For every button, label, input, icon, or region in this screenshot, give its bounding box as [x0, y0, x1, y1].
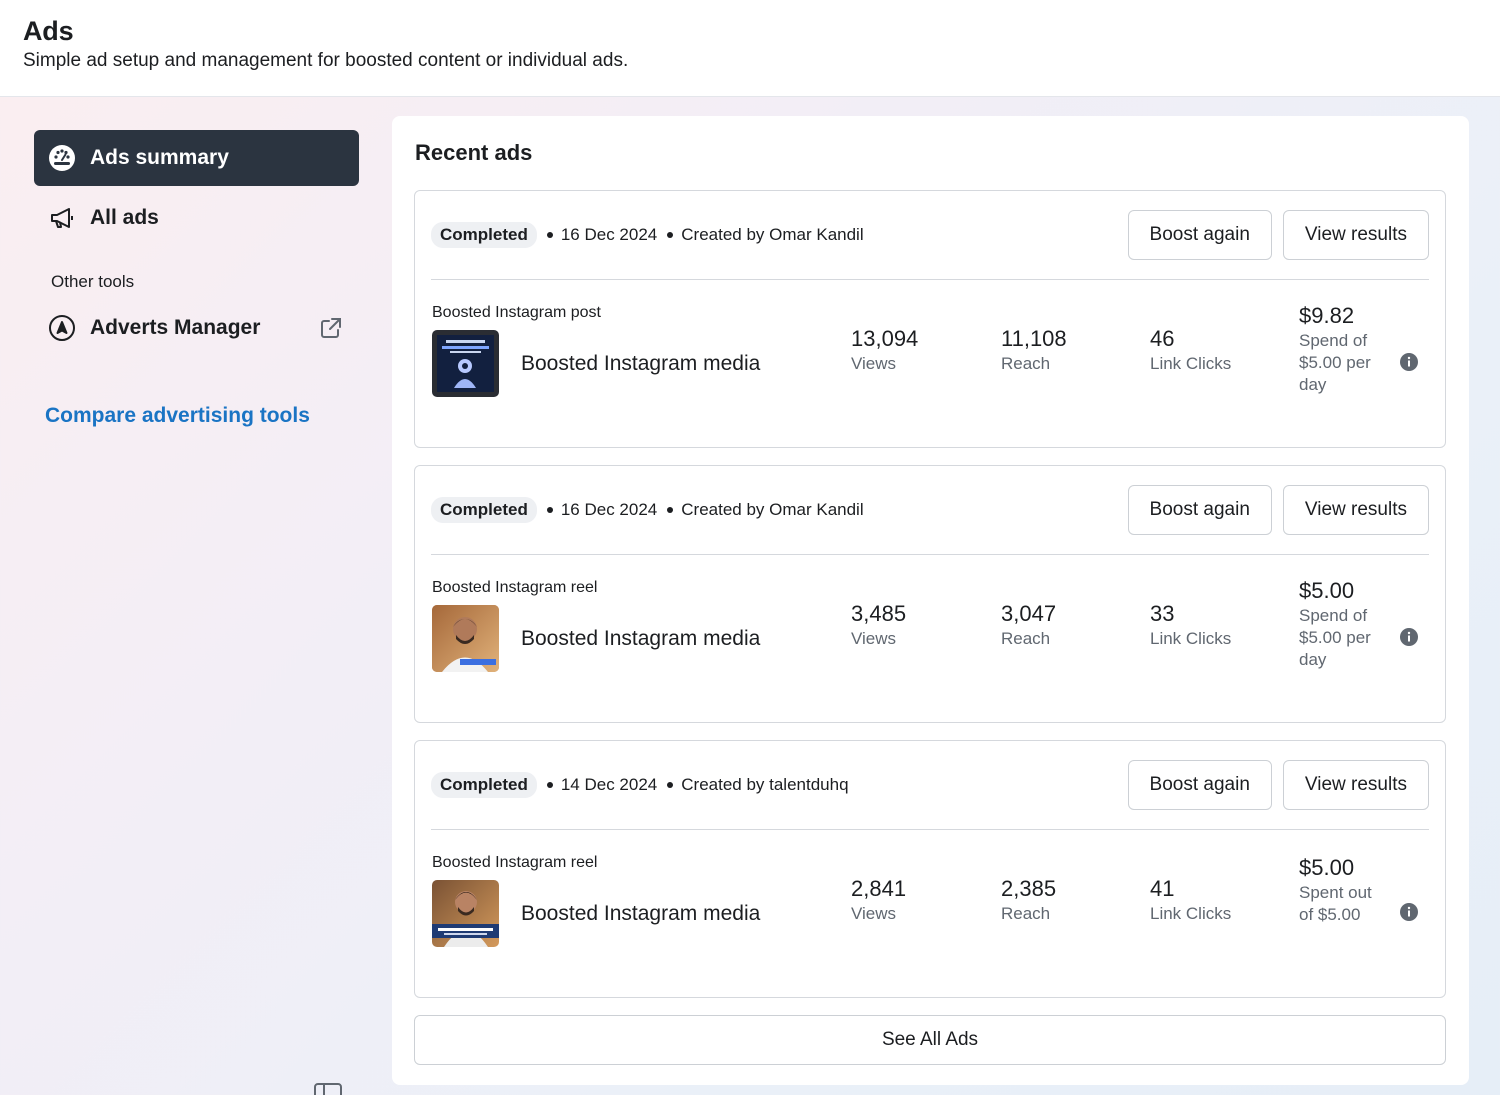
sidebar-toggle-icon[interactable] — [314, 1083, 342, 1095]
stat-reach: 3,047 Reach — [1001, 601, 1056, 650]
page-title: Ads — [23, 16, 74, 46]
stat-value: 46 — [1150, 326, 1175, 351]
stat-views: 13,094 Views — [851, 326, 918, 375]
ad-card: Completed 16 Dec 2024 Created by Omar Ka… — [414, 465, 1446, 723]
stat-views: 3,485 Views — [851, 601, 906, 650]
external-link-icon[interactable] — [317, 314, 345, 342]
stat-value: 2,385 — [1001, 876, 1057, 901]
stat-link-clicks: 33 Link Clicks — [1150, 601, 1231, 650]
dashboard-gauge-icon — [48, 144, 76, 172]
ad-card: Completed 14 Dec 2024 Created by talentd… — [414, 740, 1446, 998]
recent-ads-panel: Recent ads Completed 16 Dec 2024 Created… — [392, 116, 1469, 1085]
spend-label: Spend of $5.00 per day — [1299, 606, 1371, 669]
stat-value: 33 — [1150, 601, 1175, 626]
stat-label: Reach — [1001, 904, 1051, 923]
ad-date: 16 Dec 2024 — [560, 500, 658, 519]
other-tools-heading: Other tools — [51, 272, 135, 291]
stat-label: Link Clicks — [1150, 629, 1232, 648]
ad-date: 14 Dec 2024 — [560, 775, 658, 794]
ad-name[interactable]: Boosted Instagram media — [521, 902, 760, 926]
view-results-button[interactable]: View results — [1282, 760, 1429, 810]
sidebar-item-adverts-manager[interactable]: Adverts Manager — [34, 300, 359, 356]
stat-value: 41 — [1150, 876, 1175, 901]
sidebar-item-label: All ads — [90, 206, 159, 229]
sidebar-item-label: Ads summary — [90, 146, 229, 169]
stat-label: Views — [851, 354, 897, 373]
ad-type: Boosted Instagram reel — [432, 579, 598, 596]
ad-creator: Created by Omar Kandil — [681, 225, 864, 244]
ad-creator: Created by Omar Kandil — [681, 500, 864, 519]
spend-value: $5.00 — [1299, 855, 1355, 880]
page-header: Ads Simple ad setup and management for b… — [0, 0, 1500, 97]
separator-dot — [667, 782, 674, 788]
stat-link-clicks: 46 Link Clicks — [1150, 326, 1231, 375]
spend-label: Spend of $5.00 per day — [1299, 331, 1371, 394]
stat-label: Views — [851, 629, 897, 648]
stat-value: 13,094 — [851, 326, 919, 351]
stat-value: 3,485 — [851, 601, 907, 626]
ad-card: Completed 16 Dec 2024 Created by Omar Ka… — [414, 190, 1446, 448]
stat-spend: $9.82 Spend of $5.00 per day — [1299, 302, 1389, 396]
ad-thumbnail[interactable] — [432, 605, 499, 672]
recent-ads-title: Recent ads — [415, 140, 533, 165]
boost-again-button[interactable]: Boost again — [1127, 760, 1272, 810]
ad-thumbnail[interactable] — [432, 880, 499, 947]
stat-label: Link Clicks — [1150, 354, 1232, 373]
sidebar-item-ads-summary[interactable]: Ads summary — [34, 130, 359, 186]
ad-creator: Created by talentduhq — [681, 775, 849, 794]
separator-dot — [546, 232, 553, 238]
sidebar-item-all-ads[interactable]: All ads — [34, 190, 359, 246]
info-icon[interactable] — [1400, 903, 1418, 921]
stat-label: Link Clicks — [1150, 904, 1232, 923]
info-icon[interactable] — [1400, 353, 1418, 371]
stat-value: 2,841 — [851, 876, 907, 901]
stat-label: Views — [851, 904, 897, 923]
see-all-ads-button[interactable]: See All Ads — [414, 1015, 1446, 1065]
spend-label: Spent out of $5.00 — [1299, 883, 1372, 924]
status-badge: Completed — [431, 222, 537, 248]
ad-thumbnail[interactable] — [432, 330, 499, 397]
ad-type: Boosted Instagram post — [432, 304, 601, 321]
compare-advertising-tools-link[interactable]: Compare advertising tools — [45, 404, 359, 428]
ad-name[interactable]: Boosted Instagram media — [521, 627, 760, 651]
sidebar: Ads summary All ads Other tools Adverts … — [34, 130, 359, 428]
separator-dot — [667, 232, 674, 238]
stat-reach: 2,385 Reach — [1001, 876, 1056, 925]
stat-label: Reach — [1001, 629, 1051, 648]
stat-reach: 11,108 Reach — [1001, 326, 1067, 375]
adverts-manager-icon — [48, 314, 76, 342]
stat-value: 3,047 — [1001, 601, 1057, 626]
sidebar-item-label: Adverts Manager — [90, 316, 261, 339]
separator-dot — [546, 507, 553, 513]
stat-spend: $5.00 Spent out of $5.00 — [1299, 854, 1389, 926]
ad-date: 16 Dec 2024 — [560, 225, 658, 244]
ad-type: Boosted Instagram reel — [432, 854, 598, 871]
megaphone-icon — [48, 204, 76, 232]
separator-dot — [546, 782, 553, 788]
separator-dot — [667, 507, 674, 513]
stat-views: 2,841 Views — [851, 876, 906, 925]
stat-spend: $5.00 Spend of $5.00 per day — [1299, 577, 1389, 671]
status-badge: Completed — [431, 497, 537, 523]
spend-value: $9.82 — [1299, 303, 1355, 328]
stat-value: 11,108 — [1001, 326, 1067, 351]
boost-again-button[interactable]: Boost again — [1127, 485, 1272, 535]
view-results-button[interactable]: View results — [1282, 210, 1429, 260]
info-icon[interactable] — [1400, 628, 1418, 646]
stat-link-clicks: 41 Link Clicks — [1150, 876, 1231, 925]
boost-again-button[interactable]: Boost again — [1127, 210, 1272, 260]
ad-name[interactable]: Boosted Instagram media — [521, 352, 760, 376]
stat-label: Reach — [1001, 354, 1051, 373]
status-badge: Completed — [431, 772, 537, 798]
page-subtitle: Simple ad setup and management for boost… — [23, 50, 629, 71]
view-results-button[interactable]: View results — [1282, 485, 1429, 535]
spend-value: $5.00 — [1299, 578, 1355, 603]
